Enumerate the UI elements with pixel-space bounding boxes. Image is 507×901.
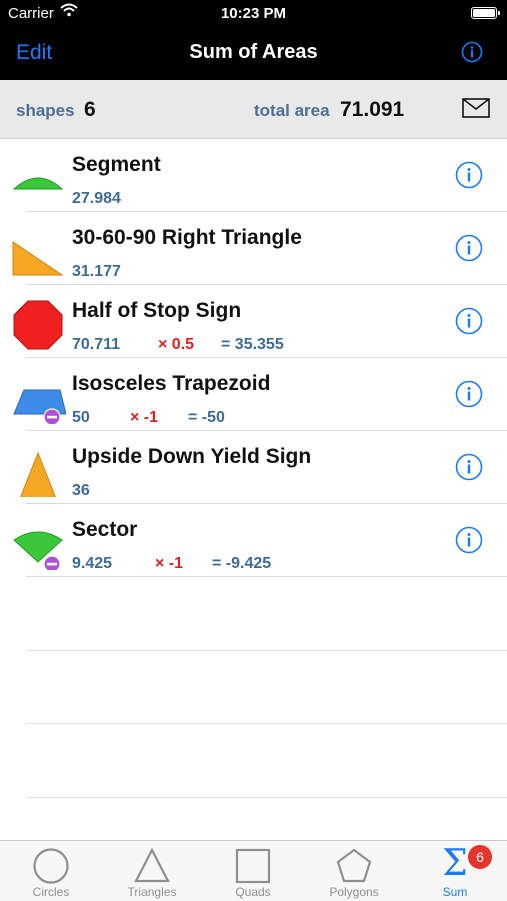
tab-circles[interactable]: Circles (1, 841, 101, 901)
shape-title: 30-60-90 Right Triangle (72, 226, 302, 249)
shape-multiplier: × -1 (130, 409, 159, 426)
shape-title: Upside Down Yield Sign (72, 445, 312, 468)
right-triangle-shape-icon (12, 241, 64, 276)
info-icon[interactable] (455, 234, 483, 262)
tab-triangles[interactable]: Triangles (102, 841, 202, 901)
list-item[interactable]: Upside Down Yield Sign 36 (0, 431, 507, 504)
list-item[interactable]: 30-60-90 Right Triangle 31.177 (0, 212, 507, 285)
circle-icon (33, 848, 69, 884)
shape-title: Half of Stop Sign (72, 299, 242, 322)
list-item[interactable]: Sector 9.425 × -1 = -9.425 (0, 504, 507, 577)
sector-shape-icon (13, 531, 63, 570)
tab-polygons[interactable]: Polygons (304, 841, 404, 901)
tab-label: Quads (235, 885, 271, 899)
info-icon[interactable] (455, 526, 483, 554)
shapes-count: 6 (84, 98, 96, 121)
shape-area: 50 (72, 409, 90, 426)
tab-badge: 6 (468, 845, 492, 869)
page-title: Sum of Areas (189, 41, 318, 63)
trapezoid-shape-icon (13, 389, 66, 424)
info-icon[interactable] (455, 161, 483, 189)
tab-bar: Circles Triangles Quads Polygons Σ Sum (0, 840, 507, 901)
list-item[interactable]: Segment 27.984 (0, 139, 507, 212)
shape-area: 27.984 (72, 190, 121, 207)
shape-result: = -50 (188, 409, 225, 426)
status-bar: Carrier 10:23 PM (0, 0, 507, 28)
shape-result: = 35.355 (221, 336, 284, 353)
navigation-bar: Edit Sum of Areas (0, 28, 507, 80)
mail-icon[interactable] (462, 98, 490, 118)
shape-area: 31.177 (72, 263, 121, 280)
tab-label: Polygons (329, 885, 379, 899)
pentagon-icon (336, 848, 372, 883)
tab-label: Circles (32, 885, 70, 899)
triangle-shape-icon (20, 451, 56, 497)
tab-label: Triangles (127, 885, 177, 899)
row-divider (26, 650, 507, 651)
octagon-shape-icon (13, 300, 63, 350)
info-icon[interactable] (461, 41, 483, 63)
shape-result: = -9.425 (212, 555, 272, 572)
shape-multiplier: × 0.5 (158, 336, 195, 353)
shapes-label: shapes (16, 101, 75, 120)
info-icon[interactable] (455, 307, 483, 335)
segment-shape-icon (12, 177, 64, 190)
total-area-value: 71.091 (340, 98, 405, 121)
tab-quads[interactable]: Quads (203, 841, 303, 901)
status-time: 10:23 PM (220, 5, 287, 22)
info-icon[interactable] (455, 380, 483, 408)
row-divider (26, 797, 507, 798)
triangle-icon (134, 847, 170, 883)
shape-multiplier: × -1 (155, 555, 184, 572)
row-divider (26, 723, 507, 724)
shape-title: Isosceles Trapezoid (72, 372, 271, 395)
shape-area: 36 (72, 482, 90, 499)
battery-icon (471, 7, 500, 19)
row-divider (26, 576, 507, 577)
shape-title: Segment (72, 153, 161, 176)
total-area-label: total area (254, 101, 330, 120)
summary-bar: shapes 6 total area 71.091 (0, 80, 507, 139)
tab-label: Sum (442, 885, 468, 899)
shape-area: 9.425 (72, 555, 113, 572)
info-icon[interactable] (455, 453, 483, 481)
list-item[interactable]: Isosceles Trapezoid 50 × -1 = -50 (0, 358, 507, 431)
list-item[interactable]: Half of Stop Sign 70.711 × 0.5 = 35.355 (0, 285, 507, 358)
shape-area: 70.711 (72, 336, 121, 353)
square-icon (235, 848, 271, 884)
shape-title: Sector (72, 518, 138, 541)
